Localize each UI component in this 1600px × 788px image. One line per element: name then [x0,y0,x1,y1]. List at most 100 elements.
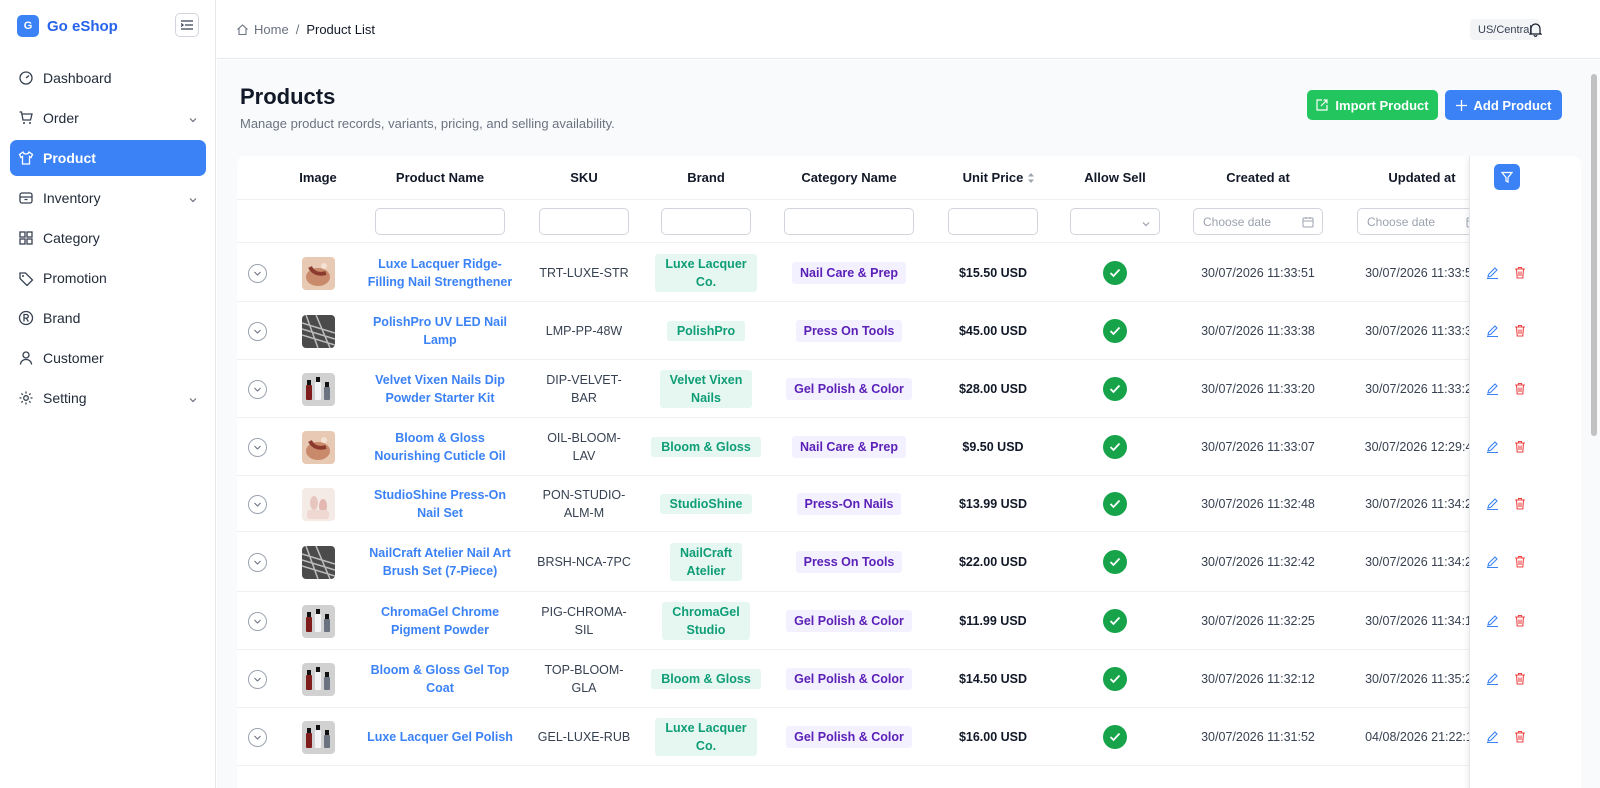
edit-icon[interactable] [1486,555,1499,573]
edit-icon[interactable] [1486,614,1499,632]
product-name-link[interactable]: Velvet Vixen Nails Dip Powder Starter Kit [375,371,505,407]
brand-tag: Luxe Lacquer Co. [655,718,757,756]
scrollbar-thumb[interactable] [1591,74,1597,436]
trash-icon[interactable] [1514,730,1526,748]
table-row[interactable]: Velvet Vixen Nails Dip Powder Starter Kit… [237,360,1581,418]
table-row[interactable]: StudioShine Press-On Nail Set PON-STUDIO- A… [237,476,1581,532]
trash-icon[interactable] [1514,440,1526,458]
product-name-link[interactable]: Bloom & Gloss Nourishing Cuticle Oil [374,429,505,465]
table-row[interactable]: NailCraft Atelier Nail Art Brush Set (7-P… [237,532,1581,592]
brand-filter[interactable] [661,208,751,235]
sidebar-item-brand[interactable]: Brand [10,300,206,336]
table-row[interactable]: ChromaGel Chrome Pigment Powder PIG-CHROMA… [237,592,1581,650]
table-row[interactable]: Bloom & Gloss Nourishing Cuticle Oil OIL-B… [237,418,1581,476]
product-thumbnail[interactable] [301,545,335,579]
expand-row-button[interactable] [247,650,267,708]
expand-row-button[interactable] [247,592,267,650]
product-name-link[interactable]: ChromaGel Chrome Pigment Powder [381,603,499,639]
sidebar-item-category[interactable]: Category [10,220,206,256]
product-name-link[interactable]: Luxe Lacquer Ridge- Filling Nail Strength… [368,255,512,291]
product-thumbnail[interactable] [301,372,335,406]
breadcrumb-home[interactable]: Home [254,22,289,37]
sidebar-item-dashboard[interactable]: Dashboard [10,60,206,96]
allow-sell-cell [1060,244,1170,302]
unit-price: $9.50 USD [962,440,1024,454]
page-scrollbar[interactable] [1590,60,1598,788]
column-filter-button[interactable] [1494,164,1520,190]
sidebar-item-label: Dashboard [43,70,112,86]
check-circle-icon [1103,435,1127,459]
sku-filter[interactable] [539,208,629,235]
created-at-date-picker[interactable]: Choose date [1193,208,1323,235]
product-name-link[interactable]: PolishPro UV LED Nail Lamp [373,313,507,349]
sku-text: BRSH-NCA-7PC [537,553,631,571]
sidebar-item-promotion[interactable]: Promotion [10,260,206,296]
product-name-cell: Luxe Lacquer Ridge- Filling Nail Strength… [360,244,520,302]
edit-icon[interactable] [1486,730,1499,748]
add-product-button[interactable]: Add Product [1445,90,1562,120]
category-filter[interactable] [784,208,914,235]
sidebar-item-product[interactable]: Product [10,140,206,176]
trash-icon[interactable] [1514,266,1526,284]
edit-icon[interactable] [1486,672,1499,690]
unit-price-filter[interactable] [948,208,1038,235]
sidebar-item-customer[interactable]: Customer [10,340,206,376]
trash-icon[interactable] [1514,614,1526,632]
product-name-link[interactable]: Luxe Lacquer Gel Polish [367,728,513,746]
app-name[interactable]: Go eShop [47,18,118,35]
table-row[interactable]: Luxe Lacquer Gel Polish GEL-LUXE-RUB Luxe … [237,708,1581,766]
product-thumbnail[interactable] [301,256,335,290]
trash-icon[interactable] [1514,555,1526,573]
expand-row-button[interactable] [247,244,267,302]
price-cell: $22.00 USD [938,532,1048,592]
table-row[interactable]: Luxe Lacquer Ridge- Filling Nail Strength… [237,244,1581,302]
product-name-link[interactable]: NailCraft Atelier Nail Art Brush Set (7-P… [369,544,510,580]
edit-icon[interactable] [1486,440,1499,458]
product-thumbnail[interactable] [301,604,335,638]
product-thumbnail[interactable] [301,314,335,348]
expand-row-button[interactable] [247,708,267,766]
trash-icon[interactable] [1514,497,1526,515]
sidebar-item-label: Order [43,110,79,126]
expand-row-button[interactable] [247,476,267,532]
product-name-filter[interactable] [375,208,505,235]
updated-at: 04/08/2026 21:22:11 [1365,730,1479,744]
import-product-button[interactable]: Import Product [1307,90,1438,120]
table-row[interactable]: PolishPro UV LED Nail Lamp LMP-PP-48W Polis… [237,302,1581,360]
expand-row-button[interactable] [247,360,267,418]
edit-icon[interactable] [1486,324,1499,342]
product-thumbnail[interactable] [301,662,335,696]
product-thumbnail[interactable] [301,430,335,464]
product-thumbnail[interactable] [301,487,335,521]
created-at: 30/07/2026 11:31:52 [1201,730,1315,744]
expand-row-button[interactable] [247,418,267,476]
product-name-line: PolishPro UV LED Nail [372,315,508,329]
sku-text: DIP-VELVET- BAR [546,371,621,407]
sidebar-item-setting[interactable]: Setting [10,380,206,416]
product-name-line: Nail Set [417,506,463,520]
app-logo[interactable]: G [17,15,39,37]
user-icon [18,350,34,366]
expand-row-button[interactable] [247,532,267,592]
trash-icon[interactable] [1514,672,1526,690]
allow-sell-select[interactable] [1070,208,1160,235]
home-icon[interactable] [236,23,249,36]
edit-icon[interactable] [1486,266,1499,284]
sidebar-item-inventory[interactable]: Inventory [10,180,206,216]
sidebar-collapse-button[interactable] [175,13,199,37]
created-cell: 30/07/2026 11:31:52 [1178,708,1338,766]
product-name-link[interactable]: Bloom & Gloss Gel Top Coat [371,661,510,697]
sidebar-item-order[interactable]: Order [10,100,206,136]
bell-icon[interactable] [1529,22,1542,37]
expand-row-button[interactable] [247,302,267,360]
updated-at-date-picker[interactable]: Choose date [1357,208,1487,235]
edit-icon[interactable] [1486,382,1499,400]
trash-icon[interactable] [1514,324,1526,342]
edit-icon[interactable] [1486,497,1499,515]
sku-line: TOP-BLOOM- [544,663,624,677]
sort-icon[interactable] [1027,171,1035,189]
product-thumbnail[interactable] [301,720,335,754]
product-name-link[interactable]: StudioShine Press-On Nail Set [374,486,506,522]
trash-icon[interactable] [1514,382,1526,400]
table-row[interactable]: Bloom & Gloss Gel Top Coat TOP-BLOOM- GLA Bl… [237,650,1581,708]
